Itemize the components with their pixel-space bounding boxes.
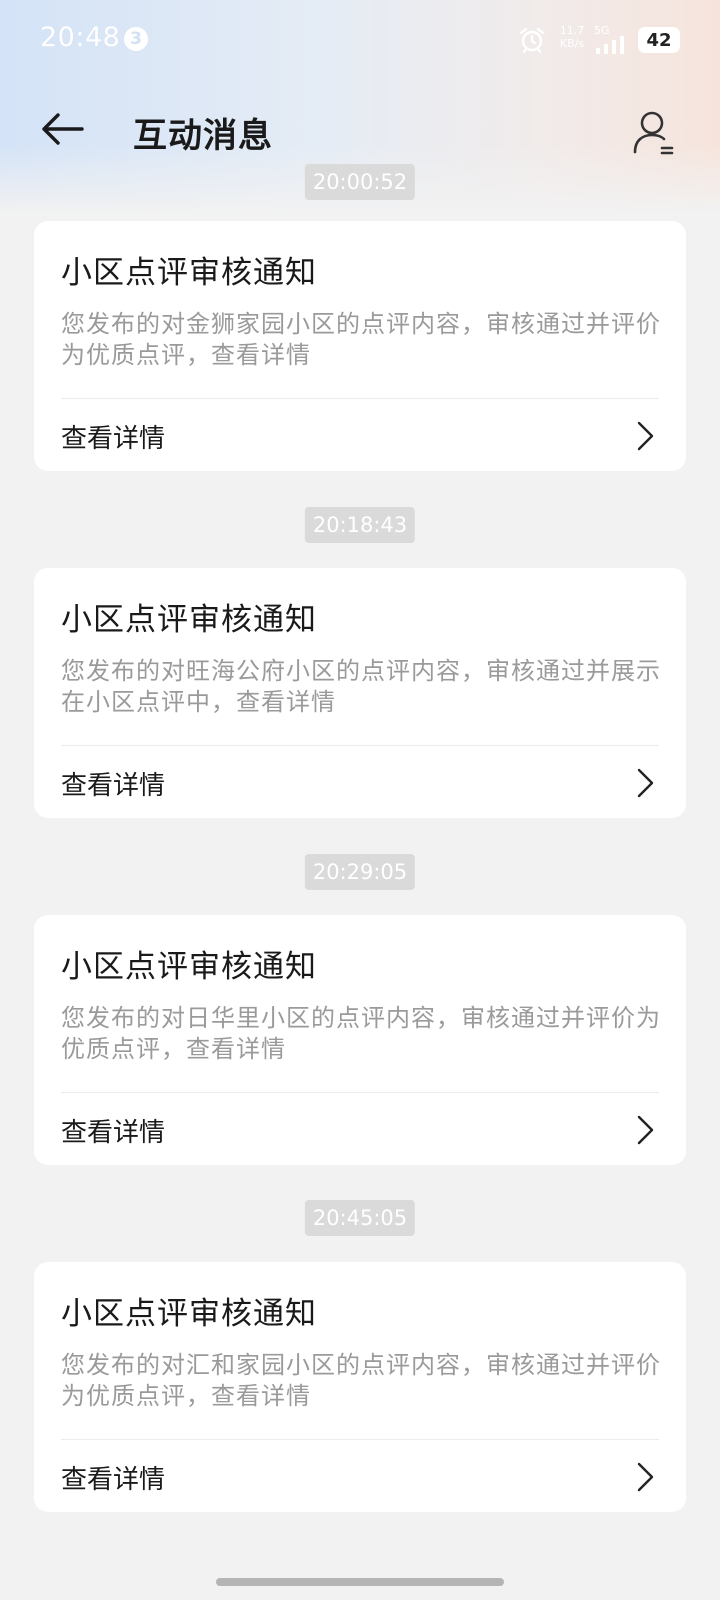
battery-level: 42 bbox=[638, 27, 680, 53]
message-card: 小区点评审核通知 您发布的对金狮家园小区的点评内容，审核通过并评价为优质点评，查… bbox=[34, 221, 686, 471]
network-speed: 11.7 KB/s bbox=[555, 24, 589, 50]
network-speed-value: 11.7 bbox=[559, 24, 585, 37]
message-card: 小区点评审核通知 您发布的对日华里小区的点评内容，审核通过并评价为优质点评，查看… bbox=[34, 915, 686, 1165]
back-arrow-icon bbox=[42, 113, 84, 145]
message-body: 您发布的对日华里小区的点评内容，审核通过并评价为优质点评，查看详情 bbox=[61, 1004, 661, 1063]
message-card: 小区点评审核通知 您发布的对汇和家园小区的点评内容，审核通过并评价为优质点评，查… bbox=[34, 1262, 686, 1512]
message-body: 您发布的对金狮家园小区的点评内容，审核通过并评价为优质点评，查看详情 bbox=[61, 310, 661, 369]
message-body: 您发布的对汇和家园小区的点评内容，审核通过并评价为优质点评，查看详情 bbox=[61, 1351, 661, 1410]
view-details-link[interactable]: 查看详情 bbox=[34, 1440, 686, 1512]
message-card: 小区点评审核通知 您发布的对旺海公府小区的点评内容，审核通过并展示在小区点评中，… bbox=[34, 568, 686, 818]
message-title: 小区点评审核通知 bbox=[61, 255, 317, 291]
message-title: 小区点评审核通知 bbox=[61, 602, 317, 638]
chevron-right-icon bbox=[637, 1462, 654, 1492]
network-speed-unit: KB/s bbox=[559, 37, 585, 50]
view-details-link[interactable]: 查看详情 bbox=[34, 1093, 686, 1165]
message-timestamp: 20:29:05 bbox=[304, 854, 416, 890]
message-body: 您发布的对旺海公府小区的点评内容，审核通过并展示在小区点评中，查看详情 bbox=[61, 657, 661, 716]
profile-button[interactable] bbox=[628, 104, 684, 160]
chevron-right-icon bbox=[637, 768, 654, 798]
view-details-link[interactable]: 查看详情 bbox=[34, 399, 686, 471]
message-timestamp: 20:45:05 bbox=[304, 1200, 416, 1236]
view-details-label: 查看详情 bbox=[61, 1118, 166, 1148]
status-bar: 20:48 3 11.7 KB/s 5G 42 bbox=[0, 0, 720, 80]
page-title: 互动消息 bbox=[133, 116, 273, 156]
message-title: 小区点评审核通知 bbox=[61, 1296, 317, 1332]
nav-bar: 互动消息 bbox=[0, 90, 720, 170]
back-button[interactable] bbox=[34, 104, 94, 154]
chevron-right-icon bbox=[637, 1115, 654, 1145]
home-indicator[interactable] bbox=[216, 1578, 504, 1586]
user-settings-icon bbox=[633, 111, 674, 155]
message-feed: 20:00:52 小区点评审核通知 您发布的对金狮家园小区的点评内容，审核通过并… bbox=[0, 0, 720, 1600]
view-details-label: 查看详情 bbox=[61, 424, 166, 454]
notification-count-badge: 3 bbox=[124, 27, 148, 51]
view-details-link[interactable]: 查看详情 bbox=[34, 746, 686, 818]
alarm-icon bbox=[519, 27, 545, 54]
screen: 20:48 3 11.7 KB/s 5G 42 互动消息 20:00:52 小区… bbox=[0, 0, 720, 1600]
status-time: 20:48 bbox=[40, 22, 121, 53]
chevron-right-icon bbox=[637, 421, 654, 451]
message-timestamp: 20:18:43 bbox=[304, 507, 416, 543]
view-details-label: 查看详情 bbox=[61, 771, 166, 801]
view-details-label: 查看详情 bbox=[61, 1465, 166, 1495]
message-title: 小区点评审核通知 bbox=[61, 949, 317, 985]
signal-icon bbox=[596, 36, 624, 54]
